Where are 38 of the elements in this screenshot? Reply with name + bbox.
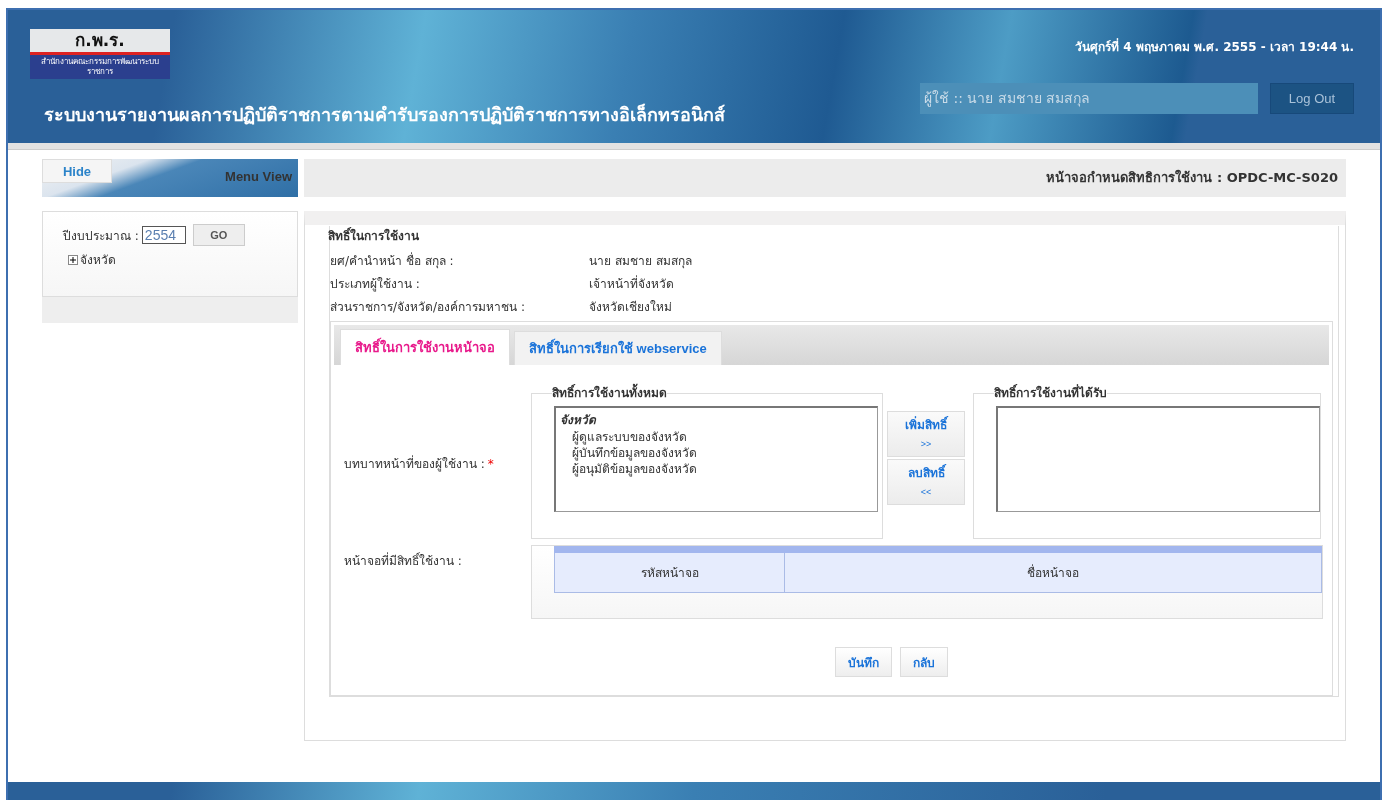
system-title: ระบบงานรายงานผลการปฏิบัติราชการตามคำรับรองการปฏิบัติราชการทางอิเล็กทรอนิกส์ xyxy=(44,102,725,127)
page-header: หน้าจอกำหนดสิทธิการใช้งาน : OPDC-MC-S020 xyxy=(304,159,1346,197)
tree-item[interactable]: จังหวัด xyxy=(80,250,116,269)
info-label: ยศ/คำนำหน้า ชื่อ สกุล : xyxy=(330,251,455,270)
add-permission-button[interactable]: เพิ่มสิทธิ์ >> xyxy=(887,411,965,457)
expand-icon[interactable] xyxy=(68,254,78,265)
column-header: ชื่อหน้าจอ xyxy=(785,553,1322,593)
info-value: จังหวัดเชียงใหม่ xyxy=(589,299,672,316)
year-label: ปีงบประมาณ : xyxy=(63,227,139,245)
list-option[interactable]: ผู้ดูแลระบบของจังหวัด xyxy=(560,429,873,445)
listbox[interactable]: จังหวัด ผู้ดูแลระบบของจังหวัด ผู้บันทึกข้อมูลของจังหวัด ผู้อนุมัติข้อมูลของจังหวัด xyxy=(554,406,878,512)
role-label: บทบาทหน้าที่ของผู้ใช้งาน : xyxy=(344,457,485,471)
remove-permission-button[interactable]: ลบสิทธิ์ << xyxy=(887,459,965,505)
info-label: ประเภทผู้ใช้งาน : xyxy=(330,276,421,293)
option-group: จังหวัด xyxy=(560,410,873,429)
column-header: รหัสหน้าจอ xyxy=(554,553,785,593)
action-button[interactable]: กลับ xyxy=(900,647,948,677)
user-field: ผู้ใช้ :: นาย สมชาย สมสกุล xyxy=(920,83,1258,114)
fieldset-legend: สิทธิ์ในการใช้งาน xyxy=(328,226,1333,245)
menu-view-label: Menu View xyxy=(225,169,292,184)
listbox[interactable] xyxy=(996,406,1320,512)
hide-button[interactable]: Hide xyxy=(42,159,112,183)
screens-label: หน้าจอที่มีสิทธิ์ใช้งาน : xyxy=(344,554,462,568)
list-option[interactable]: ผู้อนุมัติข้อมูลของจังหวัด xyxy=(560,461,873,477)
date-time: วันศุกร์ที่ 4 พฤษภาคม พ.ศ. 2555 - เวลา 19:44 น. xyxy=(1074,37,1354,56)
tab[interactable]: สิทธิ์ในการเรียกใช้ webservice xyxy=(514,331,722,365)
action-button[interactable]: บันทึก xyxy=(835,647,892,677)
info-label: ส่วนราชการ/จังหวัด/องค์การมหาชน : xyxy=(330,299,526,316)
info-value: เจ้าหน้าที่จังหวัด xyxy=(589,274,674,293)
list-option[interactable]: ผู้บันทึกข้อมูลของจังหวัด xyxy=(560,445,873,461)
info-value: นาย สมชาย สมสกุล xyxy=(589,253,692,270)
tab[interactable]: สิทธิ์ในการใช้งานหน้าจอ xyxy=(340,329,510,365)
go-button[interactable]: GO xyxy=(192,224,245,246)
logout-button[interactable]: Log Out xyxy=(1270,83,1354,114)
logo-subtitle: สำนักงานคณะกรรมการพัฒนาระบบราชการ xyxy=(30,55,170,79)
year-input[interactable]: 2554 xyxy=(141,226,186,244)
required-mark: * xyxy=(487,457,494,471)
list-legend: สิทธิ์การใช้งานที่ได้รับ xyxy=(994,386,1107,400)
